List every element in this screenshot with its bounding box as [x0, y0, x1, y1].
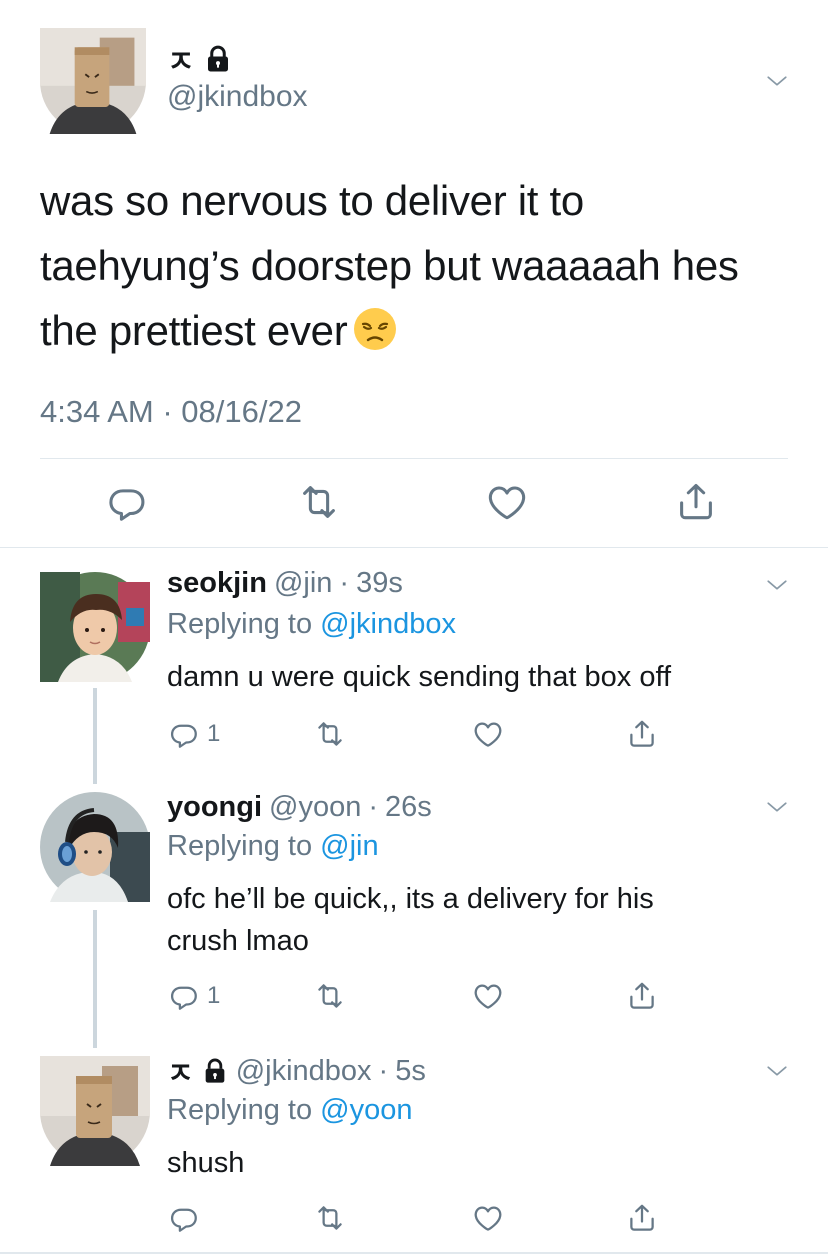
avatar[interactable] [40, 572, 150, 682]
lock-icon [203, 44, 233, 74]
reply-button[interactable]: 1 [167, 714, 220, 754]
heart-icon [484, 479, 530, 525]
reply-button[interactable] [103, 478, 151, 526]
author-handle[interactable]: @jkindbox [167, 80, 308, 114]
reply-button[interactable] [167, 1198, 207, 1238]
reply-actions: 1 [167, 714, 687, 754]
chevron-down-icon[interactable] [762, 66, 792, 96]
reply-text: shush [167, 1147, 245, 1179]
share-icon [673, 479, 719, 525]
tweet-actions [40, 478, 788, 528]
chevron-down-icon[interactable] [762, 570, 792, 600]
reply-tweet[interactable]: yoongi @yoon · 26s Replying to @jin ofc … [0, 772, 828, 1042]
reply-tweet[interactable]: ㅈ @jkindbox · 5s Replying to @yoon shush [0, 1036, 828, 1252]
author-name[interactable]: seokjin [167, 567, 267, 600]
disappointed-face-icon [353, 307, 397, 351]
retweet-button[interactable] [313, 976, 347, 1016]
retweet-button[interactable] [295, 478, 343, 526]
reply-count: 1 [207, 982, 221, 1009]
reply-count: 1 [207, 720, 221, 747]
like-button[interactable] [471, 1198, 505, 1238]
reply-icon [167, 1201, 201, 1235]
avatar[interactable] [40, 792, 150, 902]
author-name[interactable]: ㅈ [167, 1050, 194, 1092]
tweet-text: was so nervous to deliver it to taehyung… [40, 168, 800, 363]
reply-button[interactable]: 1 [167, 976, 220, 1016]
retweet-button[interactable] [313, 1198, 347, 1238]
avatar[interactable] [40, 28, 146, 134]
author-name-row[interactable]: ㅈ [167, 42, 233, 79]
reply-actions [167, 1198, 687, 1238]
reply-header: ㅈ @jkindbox · 5s [167, 1050, 426, 1092]
replying-prefix: Replying to [167, 1094, 313, 1126]
tweet-text-line: was so nervous to deliver it to [40, 177, 584, 224]
separator-dot: · [368, 790, 379, 823]
reply-actions: 1 [167, 976, 687, 1016]
replying-prefix: Replying to [167, 608, 313, 640]
retweet-icon [296, 479, 342, 525]
replying-to: Replying to @yoon [167, 1094, 412, 1127]
reply-header: seokjin @jin · 39s [167, 564, 403, 602]
like-button[interactable] [483, 478, 531, 526]
chevron-down-icon[interactable] [762, 792, 792, 822]
share-button[interactable] [672, 478, 720, 526]
reply-icon [167, 979, 201, 1013]
replying-to-link[interactable]: @yoon [320, 1094, 412, 1126]
heart-icon [471, 1201, 505, 1235]
tweet-text-line: the prettiest ever [40, 298, 800, 363]
tweet-text-line: taehyung’s doorstep but waaaaah hes [40, 242, 739, 289]
separator-dot: · [378, 1054, 389, 1087]
author-handle[interactable]: @yoon [269, 791, 361, 824]
timestamp[interactable]: 39s [356, 567, 403, 600]
share-button[interactable] [625, 714, 659, 754]
chevron-down-icon[interactable] [762, 1056, 792, 1086]
heart-icon [471, 979, 505, 1013]
retweet-icon [313, 979, 347, 1013]
retweet-icon [313, 1201, 347, 1235]
author-handle[interactable]: @jin [274, 567, 332, 600]
replying-to-link[interactable]: @jin [320, 830, 378, 862]
reply-text: ofc he’ll be quick,, its a delivery for … [167, 883, 654, 957]
tweet-timestamp[interactable]: 4:34 AM · 08/16/22 [40, 394, 302, 430]
replying-to: Replying to @jin [167, 830, 379, 863]
share-icon [625, 979, 659, 1013]
author-handle[interactable]: @jkindbox [236, 1055, 372, 1088]
author-name[interactable]: yoongi [167, 791, 262, 824]
separator-dot: · [339, 566, 350, 599]
reply-icon [104, 479, 150, 525]
retweet-button[interactable] [313, 714, 347, 754]
divider [0, 1252, 828, 1254]
divider [40, 458, 788, 459]
replying-prefix: Replying to [167, 830, 313, 862]
reply-icon [167, 717, 201, 751]
share-button[interactable] [625, 976, 659, 1016]
replying-to-link[interactable]: @jkindbox [320, 608, 456, 640]
share-icon [625, 717, 659, 751]
avatar[interactable] [40, 1056, 150, 1166]
main-tweet: ㅈ @jkindbox was so nervous to deliver it… [0, 0, 828, 548]
retweet-icon [313, 717, 347, 751]
like-button[interactable] [471, 714, 505, 754]
share-icon [625, 1201, 659, 1235]
lock-icon [201, 1057, 229, 1085]
tweet-text-segment: the prettiest ever [40, 307, 348, 354]
replying-to: Replying to @jkindbox [167, 608, 456, 641]
reply-header: yoongi @yoon · 26s [167, 788, 432, 826]
timestamp[interactable]: 5s [395, 1055, 426, 1088]
reply-text: damn u were quick sending that box off [167, 661, 672, 693]
heart-icon [471, 717, 505, 751]
like-button[interactable] [471, 976, 505, 1016]
share-button[interactable] [625, 1198, 659, 1238]
reply-tweet[interactable]: seokjin @jin · 39s Replying to @jkindbox… [0, 548, 828, 784]
timestamp[interactable]: 26s [385, 791, 432, 824]
author-name[interactable]: ㅈ [167, 37, 195, 81]
